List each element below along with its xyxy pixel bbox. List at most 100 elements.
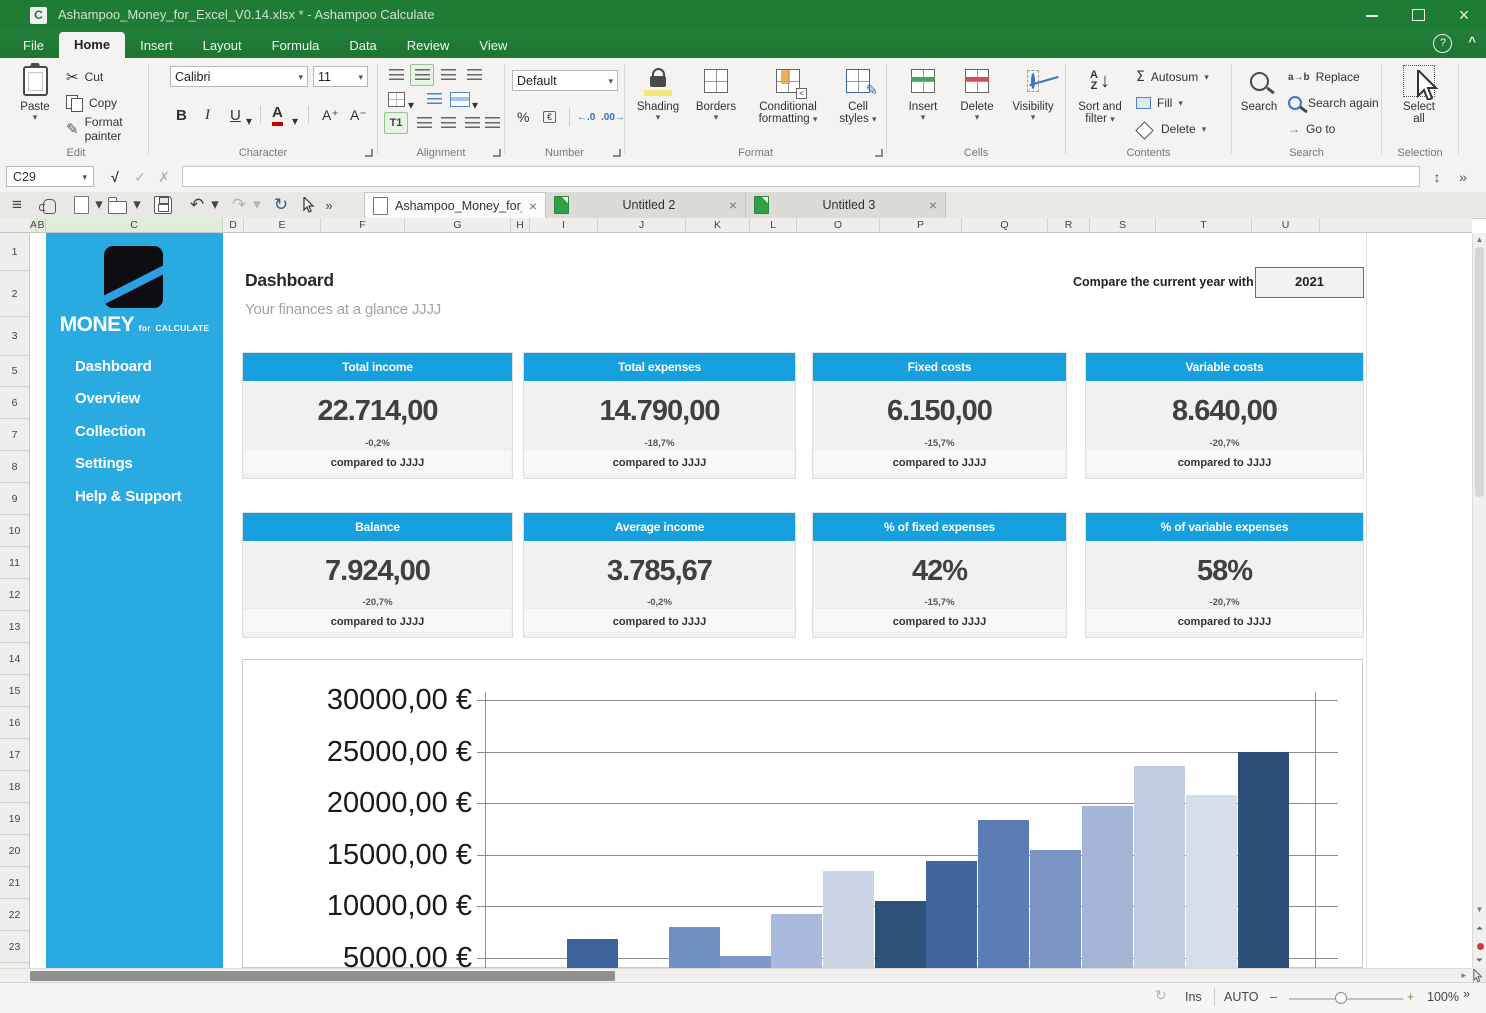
row-header-14[interactable]: 14 [0,643,29,675]
menu-tab-review[interactable]: Review [392,33,465,58]
row-header-5[interactable]: 5 [0,356,29,387]
column-header-I[interactable]: I [530,218,598,232]
cell-styles-button[interactable]: Cell styles ▾ [833,64,883,125]
column-header-J[interactable]: J [598,218,686,232]
search-again-button[interactable]: Search again [1288,92,1379,114]
align-justify-button[interactable] [480,112,504,134]
horizontal-scrollbar-thumb[interactable] [30,971,615,981]
row-header-12[interactable]: 12 [0,579,29,611]
font-name-select[interactable]: Calibri ▾ [170,66,308,87]
visibility-button[interactable]: Visibility ▾ [1005,64,1061,121]
column-header-S[interactable]: S [1090,218,1156,232]
row-header-15[interactable]: 15 [0,675,29,707]
row-header-6[interactable]: 6 [0,387,29,419]
goto-button[interactable]: → Go to [1288,118,1335,140]
bold-button[interactable]: B [176,104,187,126]
doc-tab[interactable]: Untitled 3× [746,192,946,218]
column-header-F[interactable]: F [321,218,405,232]
column-header-U[interactable]: U [1252,218,1320,232]
delete-cells-button[interactable]: Delete ▾ [952,64,1002,121]
column-header-C[interactable]: C [46,218,223,232]
column-header-Q[interactable]: Q [962,218,1048,232]
column-header-O[interactable]: O [797,218,880,232]
row-header-22[interactable]: 22 [0,899,29,931]
toolbar-overflow-icon[interactable]: » [318,194,340,216]
grow-font-button[interactable]: A⁺ [322,104,339,126]
refresh-icon[interactable]: ↻ [270,194,292,216]
text-orientation-button[interactable]: T1 [384,112,408,134]
sort-filter-button[interactable]: AZ↓ Sort and filter ▾ [1072,64,1128,125]
column-header-B[interactable]: B [37,218,46,232]
merge-cells-button[interactable] [448,88,472,110]
sidebar-item-collection[interactable]: Collection [46,416,223,448]
zoom-in-icon[interactable]: + [1407,990,1414,1004]
underline-options-caret[interactable]: ▾ [246,110,252,132]
font-color-caret[interactable]: ▾ [292,110,298,132]
format-painter-button[interactable]: ✎ Format painter [66,118,148,140]
scroll-down-icon[interactable]: ▼ [1473,905,1486,914]
close-icon[interactable]: × [929,197,937,213]
italic-button[interactable]: I [205,104,210,126]
row-header-11[interactable]: 11 [0,547,29,579]
font-size-select[interactable]: 11 ▾ [313,66,368,87]
remove-decimal-button[interactable]: .00→ [601,106,625,128]
row-header-19[interactable]: 19 [0,803,29,835]
zoom-out-icon[interactable]: – [1270,990,1277,1004]
scroll-right-icon[interactable]: ▸ [1461,970,1466,981]
row-header-13[interactable]: 13 [0,611,29,643]
scroll-up-icon[interactable]: ▲ [1473,235,1486,244]
cancel-formula-button[interactable]: ✗ [153,166,175,188]
fill-button[interactable]: Fill ▾ [1136,92,1183,114]
row-header-1[interactable]: 1 [0,233,29,271]
row-header-10[interactable]: 10 [0,515,29,547]
menu-tab-formula[interactable]: Formula [257,33,335,58]
row-header-23[interactable]: 23 [0,931,29,963]
calc-mode-indicator[interactable]: AUTO [1224,990,1259,1004]
vertical-scrollbar-thumb[interactable] [1475,247,1484,497]
horizontal-scrollbar[interactable]: ▸ [0,968,1472,982]
row-header-18[interactable]: 18 [0,771,29,803]
column-header-A[interactable]: A [30,218,37,232]
status-overflow-icon[interactable]: » [1463,987,1470,1001]
shading-button[interactable]: Shading ▾ [630,64,686,121]
select-all-button[interactable]: Select all [1390,64,1448,125]
number-format-select[interactable]: Default ▾ [512,70,618,91]
borders-button[interactable]: Borders ▾ [688,64,744,121]
insert-cells-button[interactable]: Insert ▾ [898,64,948,121]
doc-tab[interactable]: Ashampoo_Money_for_E...× [364,192,546,218]
menu-tab-home[interactable]: Home [59,32,125,58]
undo-caret[interactable]: ▾ [204,194,226,216]
menu-tab-layout[interactable]: Layout [188,33,257,58]
replace-button[interactable]: a→b Replace [1288,66,1360,88]
cell-reference-box[interactable]: C29 ▾ [6,166,94,187]
add-decimal-button[interactable]: ←.0 [577,106,595,128]
function-wizard-button[interactable]: √ [104,166,126,188]
align-bottom-button[interactable] [436,64,460,86]
close-button[interactable]: × [1442,0,1486,30]
formula-input[interactable] [182,166,1420,187]
row-header-7[interactable]: 7 [0,419,29,451]
zoom-level[interactable]: 100% [1427,990,1459,1004]
column-header-E[interactable]: E [244,218,321,232]
resize-formula-bar-icon[interactable]: ↕ [1426,166,1448,188]
align-top-button[interactable] [384,64,408,86]
currency-format-button[interactable]: € [543,106,556,128]
touch-mode-icon[interactable] [38,194,60,216]
row-header-20[interactable]: 20 [0,835,29,867]
menu-tab-file[interactable]: File [8,33,59,58]
open-file-caret[interactable]: ▾ [126,194,148,216]
row-header-3[interactable]: 3 [0,317,29,356]
align-left-button[interactable] [412,112,436,134]
save-icon[interactable] [152,194,174,216]
insert-mode-indicator[interactable]: Ins [1185,990,1202,1004]
row-header-2[interactable]: 2 [0,271,29,317]
shrink-font-button[interactable]: A⁻ [350,104,367,126]
column-header-G[interactable]: G [405,218,511,232]
align-middle-button[interactable] [410,64,434,86]
status-refresh-icon[interactable]: ↻ [1155,988,1167,1004]
split-down-icon[interactable]: ⏷ [1473,955,1486,966]
delete-contents-button[interactable]: Delete ▾ [1136,118,1206,140]
help-icon[interactable]: ? [1433,34,1452,53]
formula-overflow-icon[interactable]: » [1452,166,1474,188]
align-center-button[interactable] [436,112,460,134]
